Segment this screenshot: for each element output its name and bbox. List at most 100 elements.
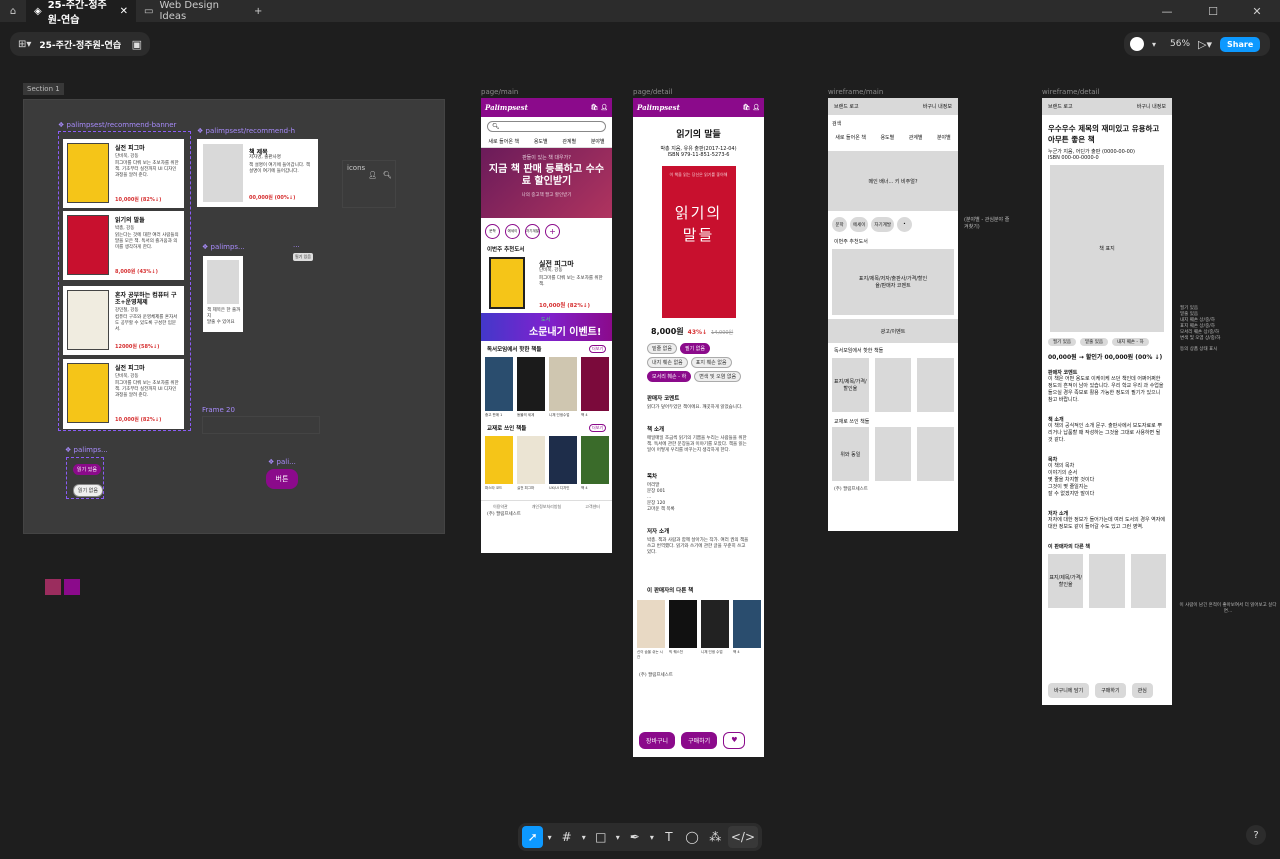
brand-logo[interactable]: Palimpsest <box>637 103 680 112</box>
tag-read-off[interactable]: 읽기 없음 <box>73 484 103 497</box>
book-item[interactable]: 중고 판매 1 <box>485 357 513 418</box>
avatar[interactable] <box>1130 37 1144 51</box>
annotation[interactable]: 필기 있음 밑줄 있음 내지 훼손 상/중/하 표지 훼손 상/중/하 모서리 … <box>1180 306 1220 342</box>
more-link[interactable]: 더보기 <box>588 423 606 432</box>
new-tab-button[interactable]: + <box>246 0 270 22</box>
condition-tag[interactable]: 표지 훼손 없음 <box>690 357 732 368</box>
frame-label[interactable]: Frame 20 <box>202 406 235 414</box>
book-item[interactable]: 파스타 코드 <box>485 435 513 491</box>
recommend-banner-card[interactable]: 읽기의 말들 박총, 강동 읽는다는 것에 대한 여러 사람들의 말을 모은 책. … <box>63 211 184 280</box>
comment-tool-icon[interactable]: ◯ <box>681 826 702 848</box>
nav-item[interactable]: 분야별 <box>591 138 605 145</box>
add-to-cart-button[interactable]: 장바구니 <box>639 732 676 749</box>
wireframe-detail-frame[interactable]: 브랜드 로고 바구니 내정보 우수우수 제목의 재미있고 유용하고 아무튼 좋은… <box>1042 98 1172 705</box>
footer-link[interactable]: 고객센터 <box>585 504 600 510</box>
resources-tool-icon[interactable]: ⁂ <box>705 826 726 848</box>
page-detail-frame[interactable]: Palimpsest 🛍︎ 👤︎ 읽기의 말들 박총 지음, 유유 출판(201… <box>633 98 764 757</box>
frame-label[interactable]: page/detail <box>633 88 673 96</box>
cart-icon[interactable]: 🛍︎ 👤︎ <box>591 104 608 111</box>
color-swatch-2[interactable] <box>64 579 80 595</box>
event-banner[interactable]: 도서 소문내기 이벤트! <box>481 313 612 341</box>
close-window-button[interactable]: ✕ <box>1234 0 1280 22</box>
book-item[interactable]: 니체 인생 수업 <box>701 600 729 659</box>
condition-tag[interactable]: 모서리 훼손 - 하 <box>647 371 692 382</box>
tooltip-chip[interactable]: 필기 있음 <box>293 253 313 261</box>
nav-item[interactable]: 용도별 <box>534 138 548 145</box>
text-tool-icon[interactable]: T <box>658 826 679 848</box>
chevron-down-icon[interactable]: ▾ <box>647 826 656 848</box>
condition-tag[interactable]: 내지 훼손 없음 <box>647 357 688 368</box>
hero-banner[interactable]: 판들이 있는 책 대우가? 지금 책 판매 등록하고 수수료 할인받기 나의 중… <box>481 148 612 218</box>
more-link[interactable]: 더보기 <box>588 345 606 353</box>
nav-item[interactable]: 새로 들어온 책 <box>488 138 519 145</box>
section-label[interactable]: Section 1 <box>23 83 64 95</box>
chevron-down-icon[interactable]: ▾ <box>545 826 554 848</box>
book-item[interactable]: 빅 퀘스천 <box>669 600 697 659</box>
rectangle-tool-icon[interactable]: □ <box>590 826 611 848</box>
dev-mode-icon[interactable]: </> <box>727 826 758 848</box>
share-button[interactable]: Share <box>1220 36 1261 52</box>
annotation[interactable]: 등의 상품 상태 표시 <box>1180 346 1217 352</box>
close-icon[interactable]: ✕ <box>120 6 128 17</box>
recommend-h-card[interactable]: 책 제목 저자명, 출판사명 책 설명이 여기에 들어갑니다. 책 설명이 여기… <box>197 139 318 207</box>
cart-icon[interactable]: 🛍︎ 👤︎ <box>743 104 760 111</box>
annotation[interactable]: 이 사람이 남긴 흔적이 좋아보여서 더 읽어보고 싶다면... <box>1178 602 1278 614</box>
component-label[interactable]: ❖ palimps... <box>65 446 108 454</box>
condition-tag[interactable]: 변색 및 오염 없음 <box>694 371 742 382</box>
panel-toggle-icon[interactable]: ▣ <box>132 38 142 51</box>
book-item[interactable]: 신이 숨을 쉬는 시간 <box>637 600 665 659</box>
icons-frame[interactable]: 👤︎ 🔍︎ <box>342 160 396 208</box>
file-title[interactable]: 25-주간-정주원-연습 <box>39 38 121 51</box>
book-item[interactable]: 책 4 <box>733 600 761 659</box>
wireframe-main-frame[interactable]: 브랜드 로고 바구니 내정보 검색 새로 들어온 책 용도별 관계별 분야별 메인 배… <box>828 98 958 531</box>
book-item[interactable]: 실전 피그마 <box>517 435 545 491</box>
condition-tag[interactable]: 밑줄 없음 <box>647 343 677 354</box>
component-label[interactable]: ❖ pali... <box>268 458 296 466</box>
minimize-button[interactable]: — <box>1144 0 1190 22</box>
help-icon[interactable]: ? <box>1246 825 1266 845</box>
search-input[interactable]: 🔍︎ <box>487 121 606 132</box>
recommend-banner-card[interactable]: 실전 피그마 단비북, 강동 피그마를 다뤄 보는 초보자를 위한 책. 기초부터 … <box>63 139 184 208</box>
component-label[interactable]: ❖ palimpsest/recommend-h <box>197 127 295 135</box>
heart-icon[interactable]: ♥ <box>723 732 746 749</box>
book-item[interactable]: 니체 인생수업 <box>549 357 577 418</box>
frame-label[interactable]: wireframe/detail <box>1042 88 1100 96</box>
category-chip[interactable]: 에세이 <box>505 224 520 239</box>
tab-file[interactable]: ◈ 25-주간-정주원-연습 ✕ <box>26 0 136 26</box>
weekly-pick[interactable]: 실전 피그마 단비북, 강동 피그마를 다뤄 보는 초보자를 위한 책. 10,… <box>481 253 612 313</box>
book-item[interactable]: 동물의 세계 <box>517 357 545 418</box>
tag-read-on[interactable]: 읽기 있음 <box>73 464 101 475</box>
pen-tool-icon[interactable]: ✒ <box>624 826 645 848</box>
book-item[interactable]: UX/UI 디자인 <box>549 435 577 491</box>
brand-logo[interactable]: Palimpsest <box>485 103 528 112</box>
frame-label[interactable]: wireframe/main <box>828 88 883 96</box>
buy-button[interactable]: 구매하기 <box>681 732 718 749</box>
nav-item[interactable]: 관계별 <box>562 138 576 145</box>
mini-book-card[interactable]: 책 제목은 한 줄까지 말줄 수 있어요 <box>203 256 243 332</box>
tag-variants[interactable]: 읽기 있음 읽기 없음 <box>66 457 104 499</box>
zoom-level[interactable]: 56% <box>1170 39 1190 49</box>
page-main-frame[interactable]: Palimpsest 🛍︎ 👤︎ 🔍︎ 새로 들어온 책 용도별 관계별 분야별 판들… <box>481 98 612 553</box>
annotation[interactable]: (분야별 - 관심분야 즐겨찾기) <box>964 216 1012 230</box>
category-chip[interactable]: 문학 <box>485 224 500 239</box>
book-item[interactable]: 책 4 <box>581 357 609 418</box>
figma-menu-icon[interactable]: ⊞▾ <box>18 39 31 50</box>
recommend-banner-card[interactable]: 혼자 공부하는 컴퓨터 구조+운영체제 강민철, 강동 컴퓨터 구조와 운영체제를 … <box>63 286 184 355</box>
footer-link[interactable]: 개인정보처리방침 <box>532 504 561 510</box>
condition-tag[interactable]: 필기 없음 <box>680 343 710 354</box>
move-tool-icon[interactable]: ➚ <box>522 826 544 848</box>
button-component[interactable]: 버튼 <box>266 469 298 489</box>
play-icon[interactable]: ▷▾ <box>1198 38 1212 51</box>
frame-20[interactable] <box>202 416 320 434</box>
footer-link[interactable]: 이용약관 <box>493 504 508 510</box>
chevron-down-icon[interactable]: ▾ <box>1152 40 1156 49</box>
maximize-button[interactable]: ☐ <box>1190 0 1236 22</box>
add-icon[interactable]: + <box>545 224 560 239</box>
frame-tool-icon[interactable]: # <box>556 826 577 848</box>
book-item[interactable]: 책 4 <box>581 435 609 491</box>
color-swatch-1[interactable] <box>45 579 61 595</box>
category-chip[interactable]: 자기계발 <box>525 224 540 239</box>
component-label[interactable]: ... <box>293 241 300 249</box>
component-label[interactable]: ❖ palimps... <box>202 243 245 251</box>
frame-label[interactable]: page/main <box>481 88 518 96</box>
